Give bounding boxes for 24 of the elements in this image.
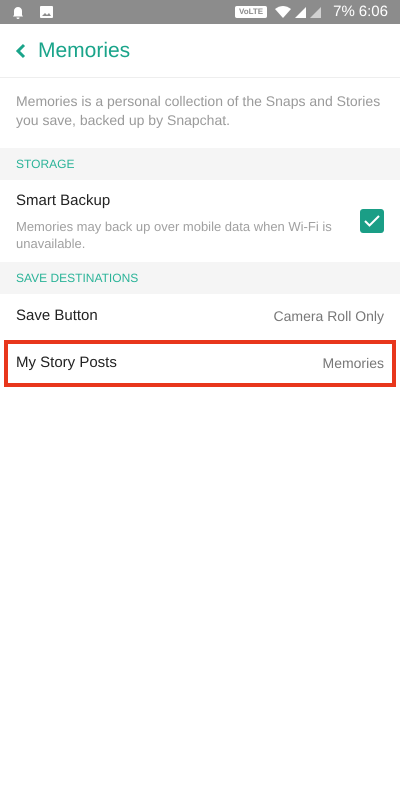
volte-badge: VoLTE xyxy=(234,6,268,18)
checkbox[interactable] xyxy=(360,208,384,233)
setting-label: My Story Posts xyxy=(16,352,117,373)
section-header: SAVE DESTINATIONS xyxy=(0,262,400,294)
bell-icon xyxy=(12,6,24,18)
screen-title: Memories xyxy=(38,38,130,64)
setting-row[interactable]: Save Button Camera Roll Only xyxy=(0,294,400,340)
back-icon[interactable] xyxy=(16,42,26,58)
clock: 6:06 xyxy=(358,2,388,22)
setting-row[interactable]: My Story Posts Memories xyxy=(4,340,396,386)
image-icon xyxy=(40,6,53,18)
setting-label: Smart Backup xyxy=(16,191,112,211)
setting-label: Save Button xyxy=(16,306,98,326)
signal-icon xyxy=(310,6,322,18)
wifi-icon xyxy=(275,6,292,18)
description-text: Memories is a personal collection of the Snaps and Stories you save, backed up by Snapchat. xyxy=(16,92,382,130)
setting-row[interactable]: Smart Backup Memories may back up over mobile data when Wi-Fi is unavailable. xyxy=(0,180,400,262)
setting-value: Memories xyxy=(322,354,384,372)
setting-description: Memories may back up over mobile data when Wi-Fi is unavailable. xyxy=(16,218,333,252)
check-icon xyxy=(364,214,380,227)
signal-icon xyxy=(295,6,306,18)
section-header: STORAGE xyxy=(0,148,400,180)
battery-percent: 7% xyxy=(333,2,355,22)
setting-value: Camera Roll Only xyxy=(274,307,384,326)
